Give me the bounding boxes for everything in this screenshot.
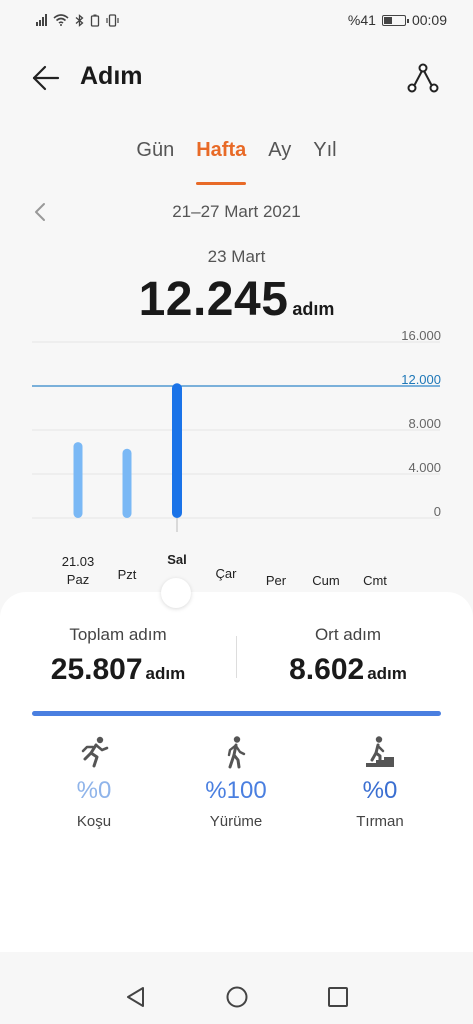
walking-icon — [227, 736, 246, 769]
back-triangle-icon[interactable] — [124, 985, 148, 1009]
share-icon[interactable] — [405, 61, 441, 95]
bar — [73, 442, 83, 518]
x-tick-label: Cum — [312, 573, 339, 588]
chart-scroll-handle[interactable] — [161, 578, 191, 608]
average-steps-unit: adım — [367, 664, 407, 683]
battery-icon — [381, 14, 409, 26]
tab-week[interactable]: Hafta — [196, 137, 247, 185]
status-icons-right: %41 00:09 — [348, 12, 447, 28]
x-tick-label: Çar — [216, 566, 238, 581]
page-title: Adım — [80, 62, 143, 90]
app-header: Adım — [0, 55, 473, 101]
period-range: 21–27 Mart 2021 — [172, 202, 301, 221]
y-tick-label: 12.000 — [401, 372, 441, 387]
total-steps-unit: adım — [145, 664, 186, 683]
system-nav-bar — [0, 975, 473, 1019]
activity-walking: %100 Yürüme — [166, 735, 306, 830]
y-tick-label: 8.000 — [408, 416, 441, 431]
stairs-climbing-icon — [366, 736, 394, 767]
y-tick-label: 16.000 — [401, 330, 441, 343]
vibrate-icon — [106, 13, 119, 27]
average-steps: Ort adım 8.602 adım — [230, 625, 466, 687]
running-label: Koşu — [76, 813, 112, 830]
bar-selected — [172, 383, 182, 518]
tab-day[interactable]: Gün — [136, 137, 174, 177]
x-tick-label: Pzt — [118, 567, 137, 582]
activity-progress-bar — [32, 711, 441, 716]
total-steps-value: 25.807 — [50, 653, 143, 686]
activity-climbing: %0 Tırman — [310, 735, 450, 830]
selected-date: 23 Mart — [207, 247, 266, 266]
y-tick-label: 4.000 — [408, 460, 441, 475]
battery-percent: %41 — [347, 12, 376, 28]
activity-running: %0 Koşu — [24, 735, 164, 830]
back-arrow-icon[interactable] — [30, 63, 62, 93]
tab-year[interactable]: Yıl — [313, 137, 336, 177]
status-icons-left — [36, 13, 119, 27]
x-date-label: 21.03 — [62, 554, 95, 569]
running-icon — [81, 736, 109, 768]
signal-icon — [36, 14, 47, 26]
climbing-percent: %0 — [362, 777, 398, 804]
status-bar: %41 00:09 — [0, 0, 473, 40]
bar — [122, 448, 132, 518]
wifi-icon — [53, 14, 69, 26]
battery-saver-icon — [90, 14, 100, 27]
clock: 00:09 — [411, 12, 447, 28]
x-tick-label: Paz — [67, 572, 89, 587]
total-steps-label: Toplam adım — [69, 625, 167, 644]
selected-steps: 12.245 adım — [0, 272, 473, 327]
selected-steps-unit: adım — [292, 299, 335, 319]
walking-percent: %100 — [205, 777, 267, 804]
x-tick-label: Cmt — [363, 573, 387, 588]
x-tick-label: Per — [266, 573, 287, 588]
tab-month[interactable]: Ay — [268, 137, 291, 177]
weekly-steps-chart[interactable]: 16.000 12.000 8.000 4.000 0 21.03 Paz Pzt Sal Çar… — [0, 330, 473, 600]
recents-square-icon[interactable] — [326, 985, 350, 1009]
bluetooth-icon — [75, 13, 84, 27]
y-tick-label: 0 — [434, 504, 441, 519]
total-steps: Toplam adım 25.807 adım — [0, 625, 236, 687]
selected-steps-value: 12.245 — [138, 273, 289, 326]
x-tick-label: Sal — [167, 552, 187, 567]
average-steps-label: Ort adım — [314, 625, 382, 644]
climbing-label: Tırman — [356, 813, 404, 830]
running-percent: %0 — [76, 777, 112, 804]
walking-label: Yürüme — [209, 813, 263, 830]
average-steps-value: 8.602 — [289, 653, 365, 686]
period-tabs: Gün Hafta Ay Yıl — [0, 137, 473, 185]
home-circle-icon[interactable] — [225, 985, 249, 1009]
